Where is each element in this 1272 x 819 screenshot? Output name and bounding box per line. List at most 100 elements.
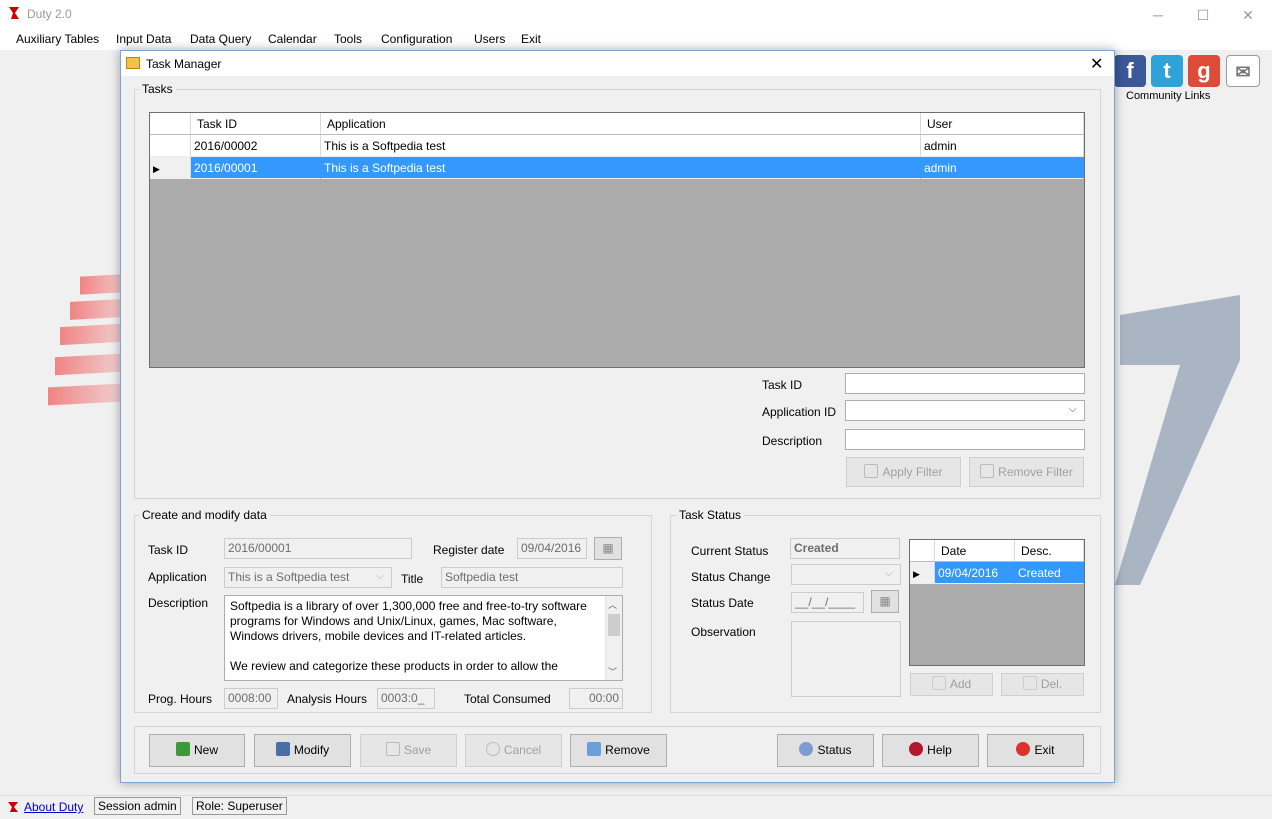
prog-hours-field[interactable]: 0008:00 [224, 688, 278, 709]
table-cell-task-id[interactable]: 2016/00001 [191, 157, 321, 179]
twitter-icon[interactable]: t [1151, 55, 1183, 87]
close-window-button[interactable]: ✕ [1225, 0, 1271, 30]
menu-data-query[interactable]: Data Query [190, 32, 251, 46]
status-bar [0, 795, 1272, 819]
facebook-icon[interactable]: f [1114, 55, 1146, 87]
table-cell-date[interactable]: 09/04/2016 [935, 562, 1015, 584]
column-header-user[interactable]: User [921, 113, 1084, 135]
exit-button-label: Exit [1034, 743, 1055, 757]
column-header-desc[interactable]: Desc. [1015, 540, 1084, 562]
add-icon [175, 742, 190, 756]
table-cell-application[interactable]: This is a Softpedia test [321, 135, 921, 157]
close-icon: ✕ [1242, 7, 1254, 23]
trash-icon [1022, 676, 1037, 690]
status-button[interactable]: Status [777, 734, 874, 767]
current-row-arrow-icon: ▶ [153, 164, 160, 174]
menu-configuration[interactable]: Configuration [381, 32, 452, 46]
help-button-label: Help [927, 743, 952, 757]
status-date-calendar-button[interactable]: ▦ [871, 590, 899, 613]
new-button[interactable]: New [149, 734, 245, 767]
menu-calendar[interactable]: Calendar [268, 32, 317, 46]
scroll-up-icon[interactable]: ︿ [608, 598, 617, 611]
task-id-field[interactable]: 2016/00001 [224, 538, 412, 559]
prog-hours-label: Prog. Hours [148, 692, 213, 706]
observation-textarea[interactable] [791, 621, 901, 697]
register-date-calendar-button[interactable]: ▦ [594, 537, 622, 560]
scroll-down-icon[interactable]: ﹀ [608, 665, 617, 678]
create-modify-group-label: Create and modify data [139, 508, 270, 522]
analysis-hours-field[interactable]: 0003:0_ [377, 688, 435, 709]
filter-description-label: Description [762, 434, 823, 448]
menu-tools[interactable]: Tools [334, 32, 362, 46]
filter-application-id-select[interactable] [845, 400, 1085, 421]
chevron-down-icon: ⌵ [885, 568, 893, 579]
scrollbar-thumb[interactable] [608, 614, 620, 636]
add-icon [931, 676, 946, 690]
dialog-close-button[interactable]: ✕ [1090, 54, 1103, 74]
cancel-icon [485, 742, 500, 756]
application-select[interactable]: This is a Softpedia test [224, 567, 392, 588]
menu-auxiliary-tables[interactable]: Auxiliary Tables [16, 32, 99, 46]
chevron-down-icon: ⌵ [376, 571, 384, 582]
trash-icon [587, 742, 602, 756]
apply-filter-button[interactable]: Apply Filter [846, 457, 961, 487]
total-consumed-label: Total Consumed [464, 692, 551, 706]
apply-filter-label: Apply Filter [882, 465, 943, 479]
tasks-grid[interactable]: Task ID Application User 2016/00002 This… [149, 112, 1085, 368]
duty-logo-shape [1115, 295, 1240, 585]
current-status-label: Current Status [691, 544, 769, 558]
add-status-label: Add [949, 677, 972, 691]
status-change-label: Status Change [691, 570, 771, 584]
trash-icon [980, 464, 995, 478]
description-textarea[interactable]: Softpedia is a library of over 1,300,000… [224, 595, 623, 681]
status-history-grid[interactable]: Date Desc. ▶ 09/04/2016 Created [909, 539, 1085, 666]
cancel-button[interactable]: Cancel [465, 734, 562, 767]
minimize-button[interactable]: ─ [1135, 0, 1181, 30]
table-cell-user[interactable]: admin [921, 135, 1084, 157]
column-header-date[interactable]: Date [935, 540, 1015, 562]
table-cell-desc[interactable]: Created [1015, 562, 1084, 584]
delete-status-label: Del. [1040, 677, 1063, 691]
application-label: Application [148, 570, 207, 584]
register-date-label: Register date [433, 543, 505, 557]
status-button-label: Status [817, 743, 852, 757]
table-cell-task-id[interactable]: 2016/00002 [191, 135, 321, 157]
column-header-application[interactable]: Application [321, 113, 921, 135]
menu-exit[interactable]: Exit [521, 32, 541, 46]
menu-input-data[interactable]: Input Data [116, 32, 171, 46]
status-date-field[interactable]: __/__/____ [791, 592, 864, 613]
calendar-icon: ▦ [602, 541, 614, 555]
help-button[interactable]: Help [882, 734, 979, 767]
mail-icon[interactable]: ✉ [1226, 55, 1260, 87]
new-button-label: New [193, 743, 218, 757]
filter-task-id-input[interactable] [845, 373, 1085, 394]
add-status-button[interactable]: Add [910, 673, 993, 696]
google-icon[interactable]: g [1188, 55, 1220, 87]
app-logo-icon [7, 6, 21, 20]
row-selector-current[interactable]: ▶ [150, 157, 191, 179]
remove-filter-button[interactable]: Remove Filter [969, 457, 1084, 487]
register-date-field[interactable]: 09/04/2016 [517, 538, 587, 559]
row-selector-current[interactable]: ▶ [910, 562, 935, 584]
description-scrollbar[interactable]: ︿ ﹀ [605, 596, 622, 680]
row-selector[interactable] [150, 135, 191, 157]
maximize-button[interactable]: ☐ [1180, 0, 1226, 30]
column-header-task-id[interactable]: Task ID [191, 113, 321, 135]
filter-description-input[interactable] [845, 429, 1085, 450]
analysis-hours-label: Analysis Hours [287, 692, 368, 706]
dialog-title: Task Manager [146, 57, 222, 71]
title-field[interactable]: Softpedia test [441, 567, 623, 588]
grid-row-header-corner [910, 540, 935, 562]
table-cell-application[interactable]: This is a Softpedia test [321, 157, 921, 179]
filter-task-id-label: Task ID [762, 378, 803, 392]
current-row-arrow-icon: ▶ [913, 569, 920, 579]
modify-button[interactable]: Modify [254, 734, 351, 767]
tasks-group-label: Tasks [139, 82, 176, 96]
table-cell-user[interactable]: admin [921, 157, 1084, 179]
menu-users[interactable]: Users [474, 32, 505, 46]
save-button[interactable]: Save [360, 734, 457, 767]
remove-button[interactable]: Remove [570, 734, 667, 767]
exit-button[interactable]: Exit [987, 734, 1084, 767]
about-duty-link[interactable]: About Duty [24, 800, 83, 814]
delete-status-button[interactable]: Del. [1001, 673, 1084, 696]
